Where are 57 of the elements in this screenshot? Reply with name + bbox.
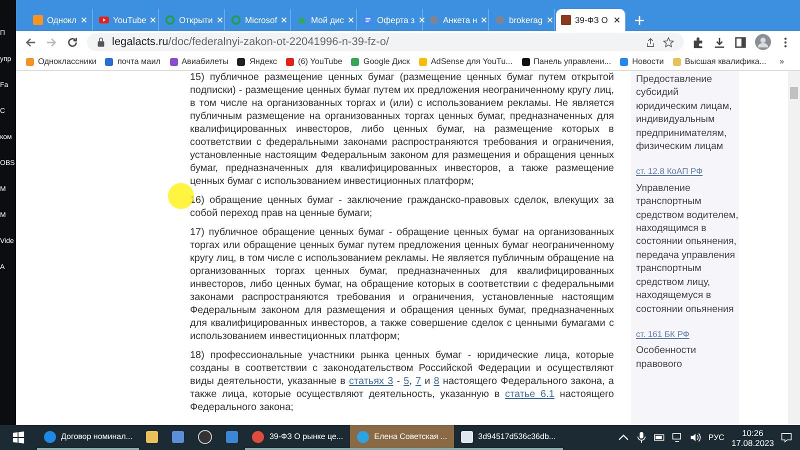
reload-icon[interactable] <box>66 36 79 48</box>
side-panel-icon[interactable] <box>734 36 747 48</box>
law-paragraph: 18) профессиональные участники рынка ценных бумаг - юридические лица, которые созданы в соответствии с законодательством Российской Федерации и осуществляют виды деятельности, указанные в статьях 3 - 5, 7 и 8 настоящего Федерального закона, а также лица, которые осуществляют деятельность, указанную в статье 6.1 настоящего Федерального закона; <box>190 349 614 414</box>
taskbar-item[interactable]: Елена Советская ... <box>350 425 454 450</box>
chevron-up-icon[interactable] <box>618 432 630 443</box>
bookmark[interactable]: (6) YouTube <box>286 57 342 66</box>
bookmark[interactable]: Google Диск <box>351 57 410 66</box>
bookmark[interactable]: Яндекс <box>237 57 278 66</box>
bookmark[interactable]: AdSense для YouTu... <box>418 57 512 66</box>
back-icon[interactable] <box>24 36 37 48</box>
clock-date: 17.08.2023 <box>731 438 774 448</box>
taskbar-item[interactable]: Договор номинал... <box>37 425 140 450</box>
speaker-icon[interactable] <box>690 432 702 443</box>
globe-icon <box>429 15 439 25</box>
network-icon[interactable] <box>672 432 684 443</box>
bookmark[interactable]: Новости <box>620 57 664 66</box>
article-link[interactable]: ст. 161 БК РФ <box>636 328 739 342</box>
document-icon <box>363 15 373 25</box>
battery-icon[interactable] <box>654 432 666 443</box>
more-bookmarks[interactable]: » <box>779 57 790 66</box>
bookmark[interactable]: Одноклассники <box>26 57 96 66</box>
new-tab-icon[interactable] <box>635 16 644 25</box>
globe-icon <box>495 15 505 25</box>
scroll-thumb[interactable] <box>790 87 798 99</box>
windows-start-icon[interactable] <box>12 431 25 444</box>
article-link[interactable]: статьях 3 <box>349 376 394 387</box>
lock-icon <box>97 37 105 47</box>
sidebar-text: Особенности правового <box>636 344 698 372</box>
star-icon[interactable] <box>663 36 674 48</box>
avatar-icon[interactable] <box>755 34 771 50</box>
microphone-icon[interactable] <box>636 432 648 443</box>
article-link[interactable]: 5 <box>404 376 410 387</box>
sidebar-text: Управление транспортным средством водителем, находящимся в состоянии опьянения, передача управления транспортным средством лицу, находящемуся в состоянии опьянения <box>636 182 739 316</box>
article-link[interactable]: 7 <box>416 376 422 387</box>
scrollbar[interactable] <box>788 71 800 425</box>
address-field[interactable]: legalacts.ru/doc/federalnyi-zakon-ot-22041996-n-39-fz-o/ <box>87 33 684 51</box>
download-icon[interactable] <box>713 36 726 48</box>
taskbar-item[interactable]: 3d94517d536c36db... <box>454 425 563 450</box>
play-icon <box>99 15 109 25</box>
law-paragraph: 15) публичное размещение ценных бумаг (размещение ценных бумаг путем открытой подписки) - размещение ценных бумаг путем их предложения неограниченному кругу лиц, в том числе на организованных торгах и (или) с использованием рекламы. Не является публичным размещение на организованных торгах ценных бумаг, предназначенных для квалифицированных инвесторов, либо ценных бумаг, на размещение которых в соответствии с федеральными законами распространяются требования и ограничения, установленные настоящим Федеральным законом для размещения и обращения ценных бумаг, предназначенных для квалифицированных инвесторов, а также размещение ценных бумаг с использованием инвестиционных платформ; <box>190 71 614 188</box>
language-indicator[interactable]: РУС <box>708 433 724 442</box>
clock-time: 10:26 <box>742 428 764 438</box>
share-icon[interactable] <box>645 36 656 48</box>
notification-icon[interactable] <box>781 432 792 443</box>
law-paragraph: 17) публичное обращение ценных бумаг - обращение ценных бумаг на организованных торгах или обращение ценных бумаг путем предложения ценных бумаг неограниченному кругу лиц, в том числе с использованием рекламы. Не является публичным обращение на организованных торгах ценных бумаг, предназначенных для квалифицированных инвесторов, либо ценных бумаг, на обращение которых в соответствии с федеральными законами распространяются требования и ограничения, установленные настоящим Федеральным законом для размещения и обращения ценных бумаг, предназначенных для квалифицированных инвесторов, а также совершение сделок с ценными бумагами с использованием инвестиционных платформ; <box>190 226 614 343</box>
triangle-icon <box>297 15 307 25</box>
puzzle-icon[interactable] <box>692 36 705 48</box>
bookmark[interactable]: Авиабилеты <box>170 57 228 66</box>
bookmark[interactable]: Панель управлени... <box>522 57 612 66</box>
article-link[interactable]: ст. 12.8 КоАП РФ <box>636 165 739 179</box>
close-icon[interactable] <box>614 17 620 23</box>
sidebar-text: Предоставление субсидий юридическим лицам, индивидуальным предпринимателям, физическим лицам <box>636 73 733 154</box>
article-link[interactable]: статье 6.1 <box>505 389 554 400</box>
article-link[interactable]: 8 <box>434 376 440 387</box>
browser-tab[interactable]: 39-ФЗ О <box>556 9 626 31</box>
bookmark[interactable]: Высшая квалифика... <box>672 57 766 66</box>
bookmark[interactable]: почта маил <box>105 57 161 66</box>
